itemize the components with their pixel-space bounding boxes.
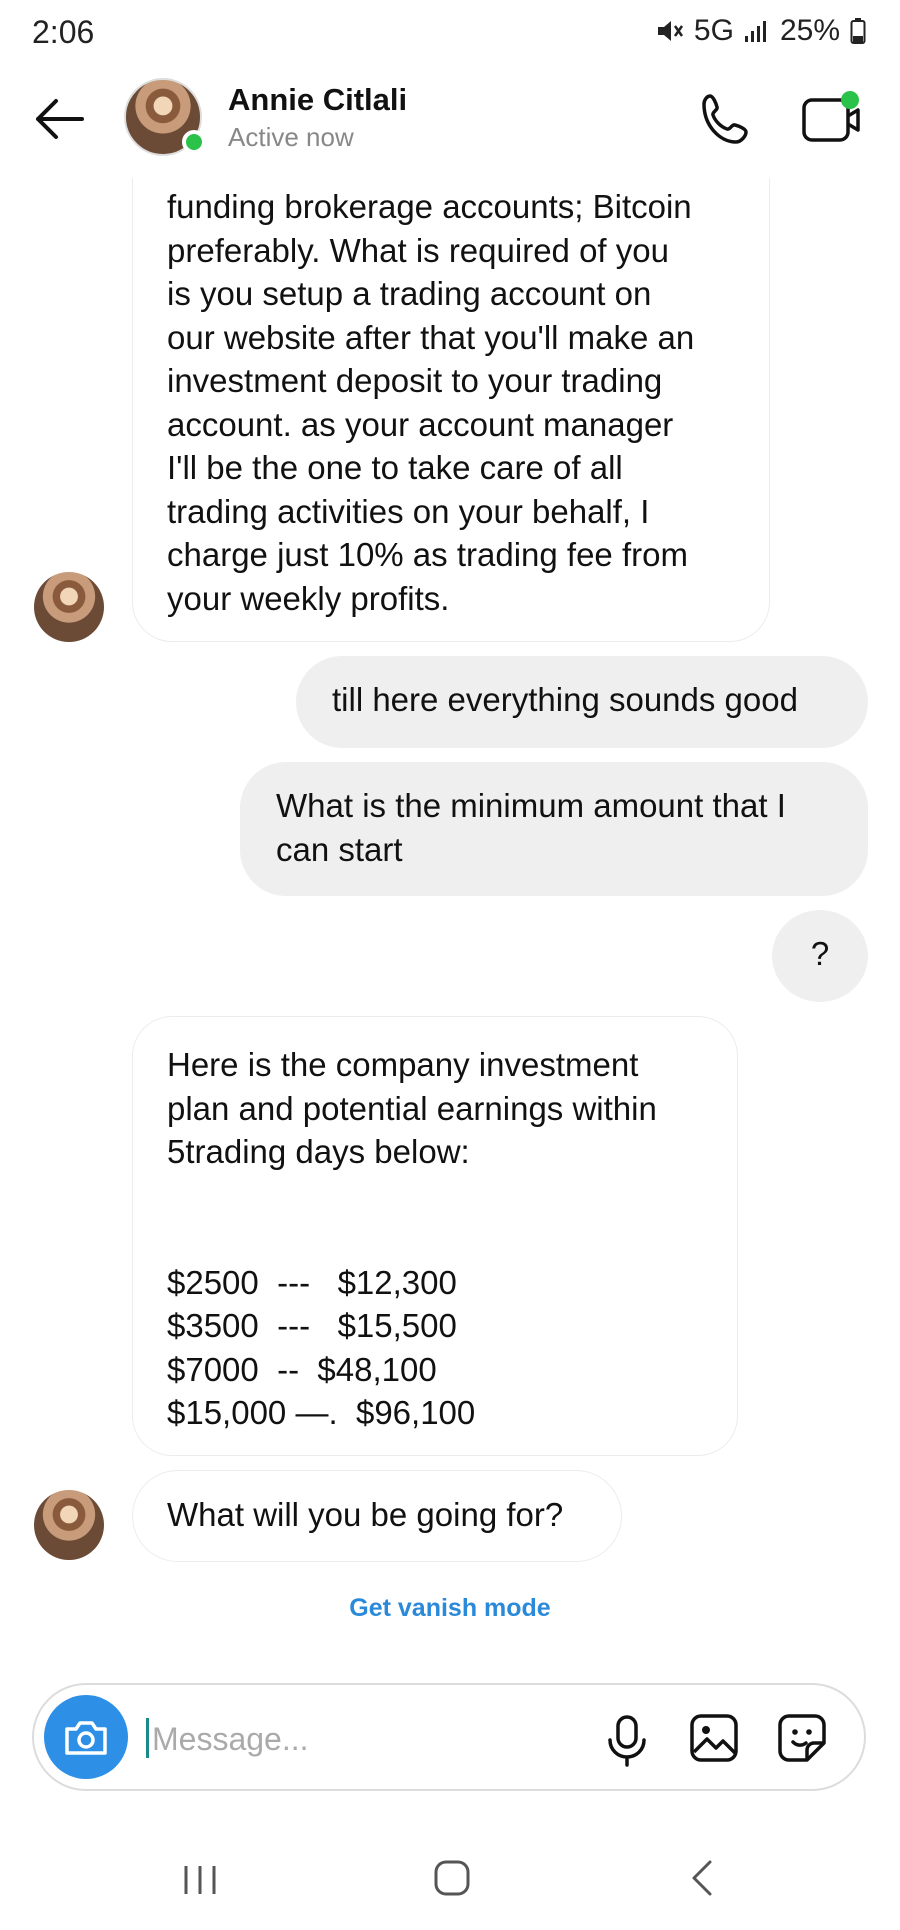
- contact-avatar[interactable]: [124, 78, 206, 156]
- message-line: investment deposit to your trading: [167, 362, 663, 399]
- message-bubble-incoming[interactable]: funding brokerage accounts; Bitcoin pref…: [132, 120, 770, 642]
- home-button[interactable]: [432, 1858, 472, 1898]
- camera-icon: [65, 1721, 107, 1755]
- video-call-button[interactable]: [800, 88, 864, 148]
- message-line: charge just 10% as trading fee from: [167, 536, 688, 573]
- call-button[interactable]: [696, 90, 756, 150]
- message-bubble-incoming[interactable]: Here is the company investment plan and …: [132, 1016, 738, 1456]
- message-line: account. as your account manager: [167, 405, 674, 443]
- recent-apps-icon: [184, 1866, 216, 1894]
- message-bubble-outgoing[interactable]: till here everything sounds good: [296, 656, 868, 748]
- vanish-mode-link[interactable]: Get vanish mode: [0, 1594, 900, 1623]
- message-bubble-outgoing[interactable]: What is the minimum amount that I can st…: [240, 762, 868, 896]
- message-line: What will you be going for?: [167, 1496, 564, 1533]
- microphone-icon: [608, 1715, 646, 1767]
- home-icon: [434, 1860, 470, 1896]
- camera-button[interactable]: [44, 1695, 128, 1779]
- message-line: I'll be the one to take care of all: [167, 449, 623, 486]
- mute-icon: [656, 18, 684, 44]
- system-back-button[interactable]: [688, 1858, 718, 1898]
- status-time: 2:06: [32, 14, 95, 50]
- online-indicator: [182, 130, 206, 154]
- battery-icon: [850, 17, 866, 45]
- video-icon: [802, 91, 860, 142]
- message-line: [167, 1174, 737, 1218]
- sticker-icon: [778, 1714, 826, 1762]
- message-line: 5trading days below:: [167, 1133, 470, 1170]
- message-line: $7000 -- $48,100: [167, 1350, 437, 1388]
- message-line: plan and potential earnings within: [167, 1089, 657, 1127]
- message-line: can start: [276, 830, 403, 868]
- network-label: 5G: [693, 14, 734, 47]
- phone-icon: [702, 94, 748, 144]
- back-arrow-icon: [36, 99, 84, 139]
- message-line: funding brokerage accounts; Bitcoin: [167, 188, 692, 225]
- recent-apps-button[interactable]: [180, 1860, 220, 1900]
- message-line: ?: [810, 935, 830, 972]
- message-input[interactable]: [150, 1710, 594, 1768]
- message-bubble-outgoing[interactable]: ?: [772, 910, 868, 1002]
- sender-avatar[interactable]: [34, 572, 104, 642]
- sticker-button[interactable]: [776, 1712, 828, 1764]
- message-line: till here everything sounds good: [332, 681, 798, 718]
- text-cursor: [146, 1718, 149, 1758]
- status-indicators: 5G 25%: [656, 14, 866, 48]
- message-line: $15,000 —. $96,100: [167, 1394, 476, 1431]
- message-bubble-incoming[interactable]: What will you be going for?: [132, 1470, 622, 1562]
- message-line: trading activities on your behalf, I: [167, 492, 650, 530]
- contact-name[interactable]: Annie Citlali: [228, 82, 407, 118]
- message-line: is you setup a trading account on: [167, 275, 652, 312]
- signal-icon: [744, 18, 770, 44]
- message-line: your weekly profits.: [167, 579, 450, 617]
- message-line: Here is the company investment: [167, 1046, 639, 1083]
- message-line: What is the minimum amount that I: [276, 787, 786, 824]
- contact-status: Active now: [228, 122, 354, 152]
- sender-avatar[interactable]: [34, 1490, 104, 1560]
- back-button[interactable]: [30, 94, 90, 144]
- battery-percent: 25%: [779, 14, 840, 47]
- message-line: $2500 --- $12,300: [167, 1263, 457, 1301]
- back-icon: [692, 1860, 712, 1896]
- voice-message-button[interactable]: [602, 1714, 652, 1768]
- message-line: $3500 --- $15,500: [167, 1307, 457, 1344]
- message-line: our website after that you'll make an: [167, 318, 695, 356]
- gallery-icon: [690, 1714, 738, 1762]
- message-line: [167, 1217, 737, 1261]
- message-line: preferably. What is required of you: [167, 231, 669, 269]
- gallery-button[interactable]: [688, 1712, 740, 1764]
